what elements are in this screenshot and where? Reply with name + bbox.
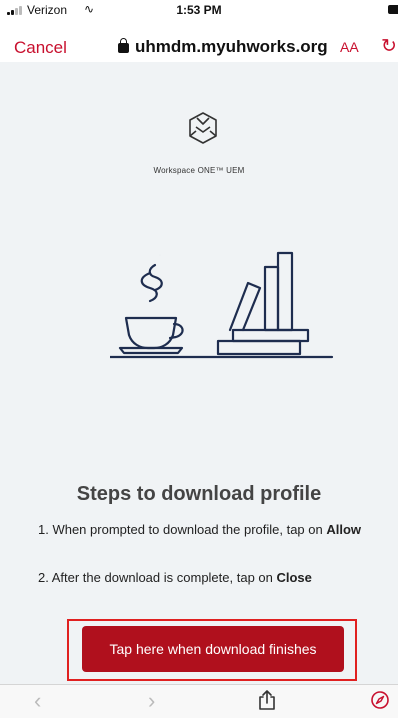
back-icon[interactable]: ‹: [34, 690, 41, 712]
lock-icon: [118, 43, 129, 53]
reload-icon[interactable]: ↻: [381, 35, 397, 58]
step-1-instruction: 1. When prompted to download the profile…: [38, 522, 398, 537]
url-text: uhmdm.myuhworks.org: [135, 37, 328, 56]
browser-toolbar: ‹ ›: [0, 684, 398, 718]
status-time: 1:53 PM: [0, 3, 398, 17]
share-icon[interactable]: [257, 689, 277, 711]
text-size-label: AA: [340, 39, 359, 55]
browser-header: Verizon ∿ 1:53 PM Cancel uhmdm.myuhworks…: [0, 0, 398, 62]
brand-name: Workspace ONE™ UEM: [0, 166, 398, 175]
battery-icon: [388, 5, 398, 14]
browser-nav-bar: Cancel uhmdm.myuhworks.org AA ↻: [0, 24, 398, 62]
status-bar: Verizon ∿ 1:53 PM: [0, 0, 398, 20]
step-2-text: 2. After the download is complete, tap o…: [38, 570, 276, 585]
workspace-one-logo: [185, 110, 221, 154]
address-bar[interactable]: uhmdm.myuhworks.org: [118, 37, 328, 57]
step-1-keyword: Allow: [326, 522, 361, 537]
step-2-keyword: Close: [276, 570, 311, 585]
forward-icon[interactable]: ›: [148, 690, 155, 712]
step-2-instruction: 2. After the download is complete, tap o…: [38, 570, 398, 585]
coffee-and-books-illustration: [110, 245, 340, 365]
cancel-button[interactable]: Cancel: [14, 38, 67, 58]
safari-compass-icon[interactable]: [370, 690, 390, 710]
step-1-text: 1. When prompted to download the profile…: [38, 522, 326, 537]
page-heading: Steps to download profile: [0, 483, 398, 506]
text-size-button[interactable]: AA: [340, 39, 359, 55]
download-finished-button[interactable]: Tap here when download finishes: [82, 626, 344, 672]
